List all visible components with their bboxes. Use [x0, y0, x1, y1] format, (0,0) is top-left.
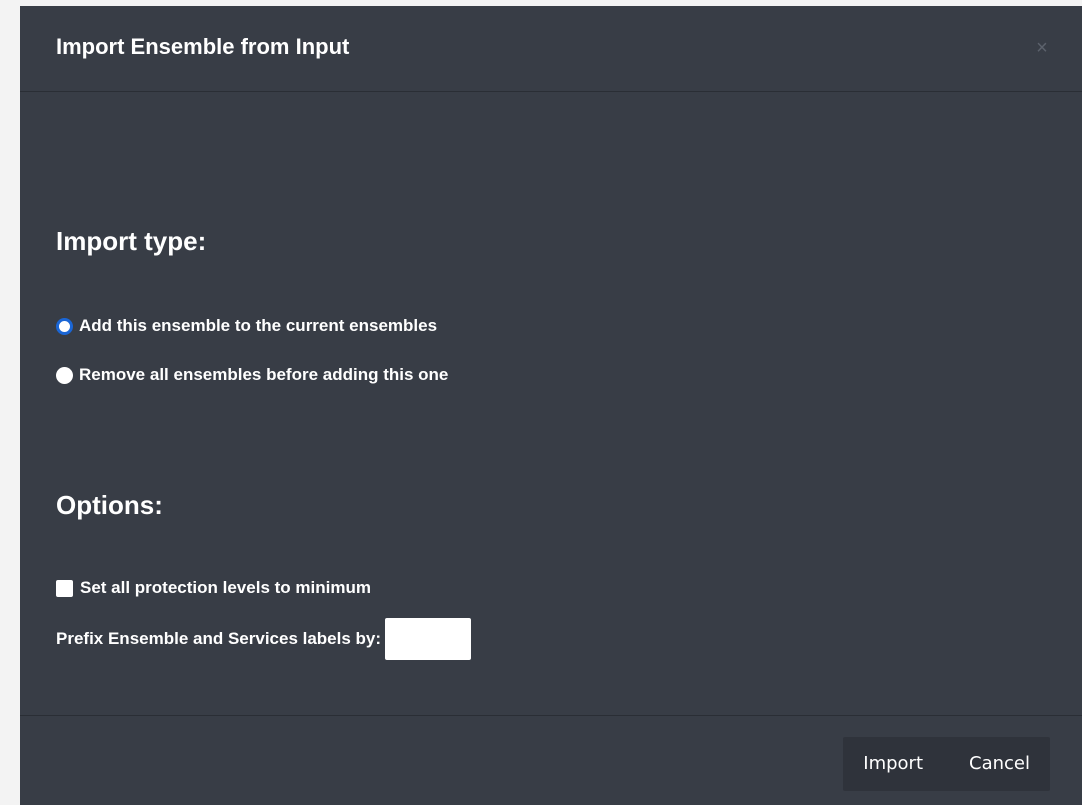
radio-add-ensemble-control[interactable]	[56, 317, 73, 335]
radio-remove-all-ensembles-label: Remove all ensembles before adding this …	[79, 365, 449, 384]
radio-remove-all-ensembles-control[interactable]	[56, 366, 73, 384]
dialog-body: Import type: Add this ensemble to the cu…	[20, 92, 1082, 715]
protection-minimum-option[interactable]: Set all protection levels to minimum	[56, 578, 371, 598]
dialog-footer: Import Cancel	[20, 715, 1082, 805]
cancel-button[interactable]: Cancel	[947, 737, 1050, 791]
import-ensemble-dialog: Import Ensemble from Input × Import type…	[20, 6, 1082, 805]
options-heading: Options:	[56, 490, 163, 520]
prefix-labels-label: Prefix Ensemble and Services labels by:	[56, 629, 382, 648]
footer-button-group: Import Cancel	[843, 737, 1050, 791]
import-button[interactable]: Import	[843, 737, 947, 791]
dialog-header: Import Ensemble from Input ×	[20, 6, 1082, 92]
radio-remove-all-ensembles[interactable]: Remove all ensembles before adding this …	[56, 365, 448, 385]
prefix-labels-input[interactable]	[385, 618, 472, 660]
protection-minimum-label: Set all protection levels to minimum	[80, 578, 371, 597]
import-type-heading: Import type:	[56, 226, 207, 256]
close-icon[interactable]: ×	[1032, 38, 1052, 58]
radio-add-ensemble-label: Add this ensemble to the current ensembl…	[79, 316, 438, 335]
protection-minimum-checkbox[interactable]	[56, 579, 73, 597]
radio-add-ensemble[interactable]: Add this ensemble to the current ensembl…	[56, 316, 437, 336]
prefix-labels-option: Prefix Ensemble and Services labels by:	[56, 618, 472, 660]
dialog-title: Import Ensemble from Input	[56, 34, 350, 59]
